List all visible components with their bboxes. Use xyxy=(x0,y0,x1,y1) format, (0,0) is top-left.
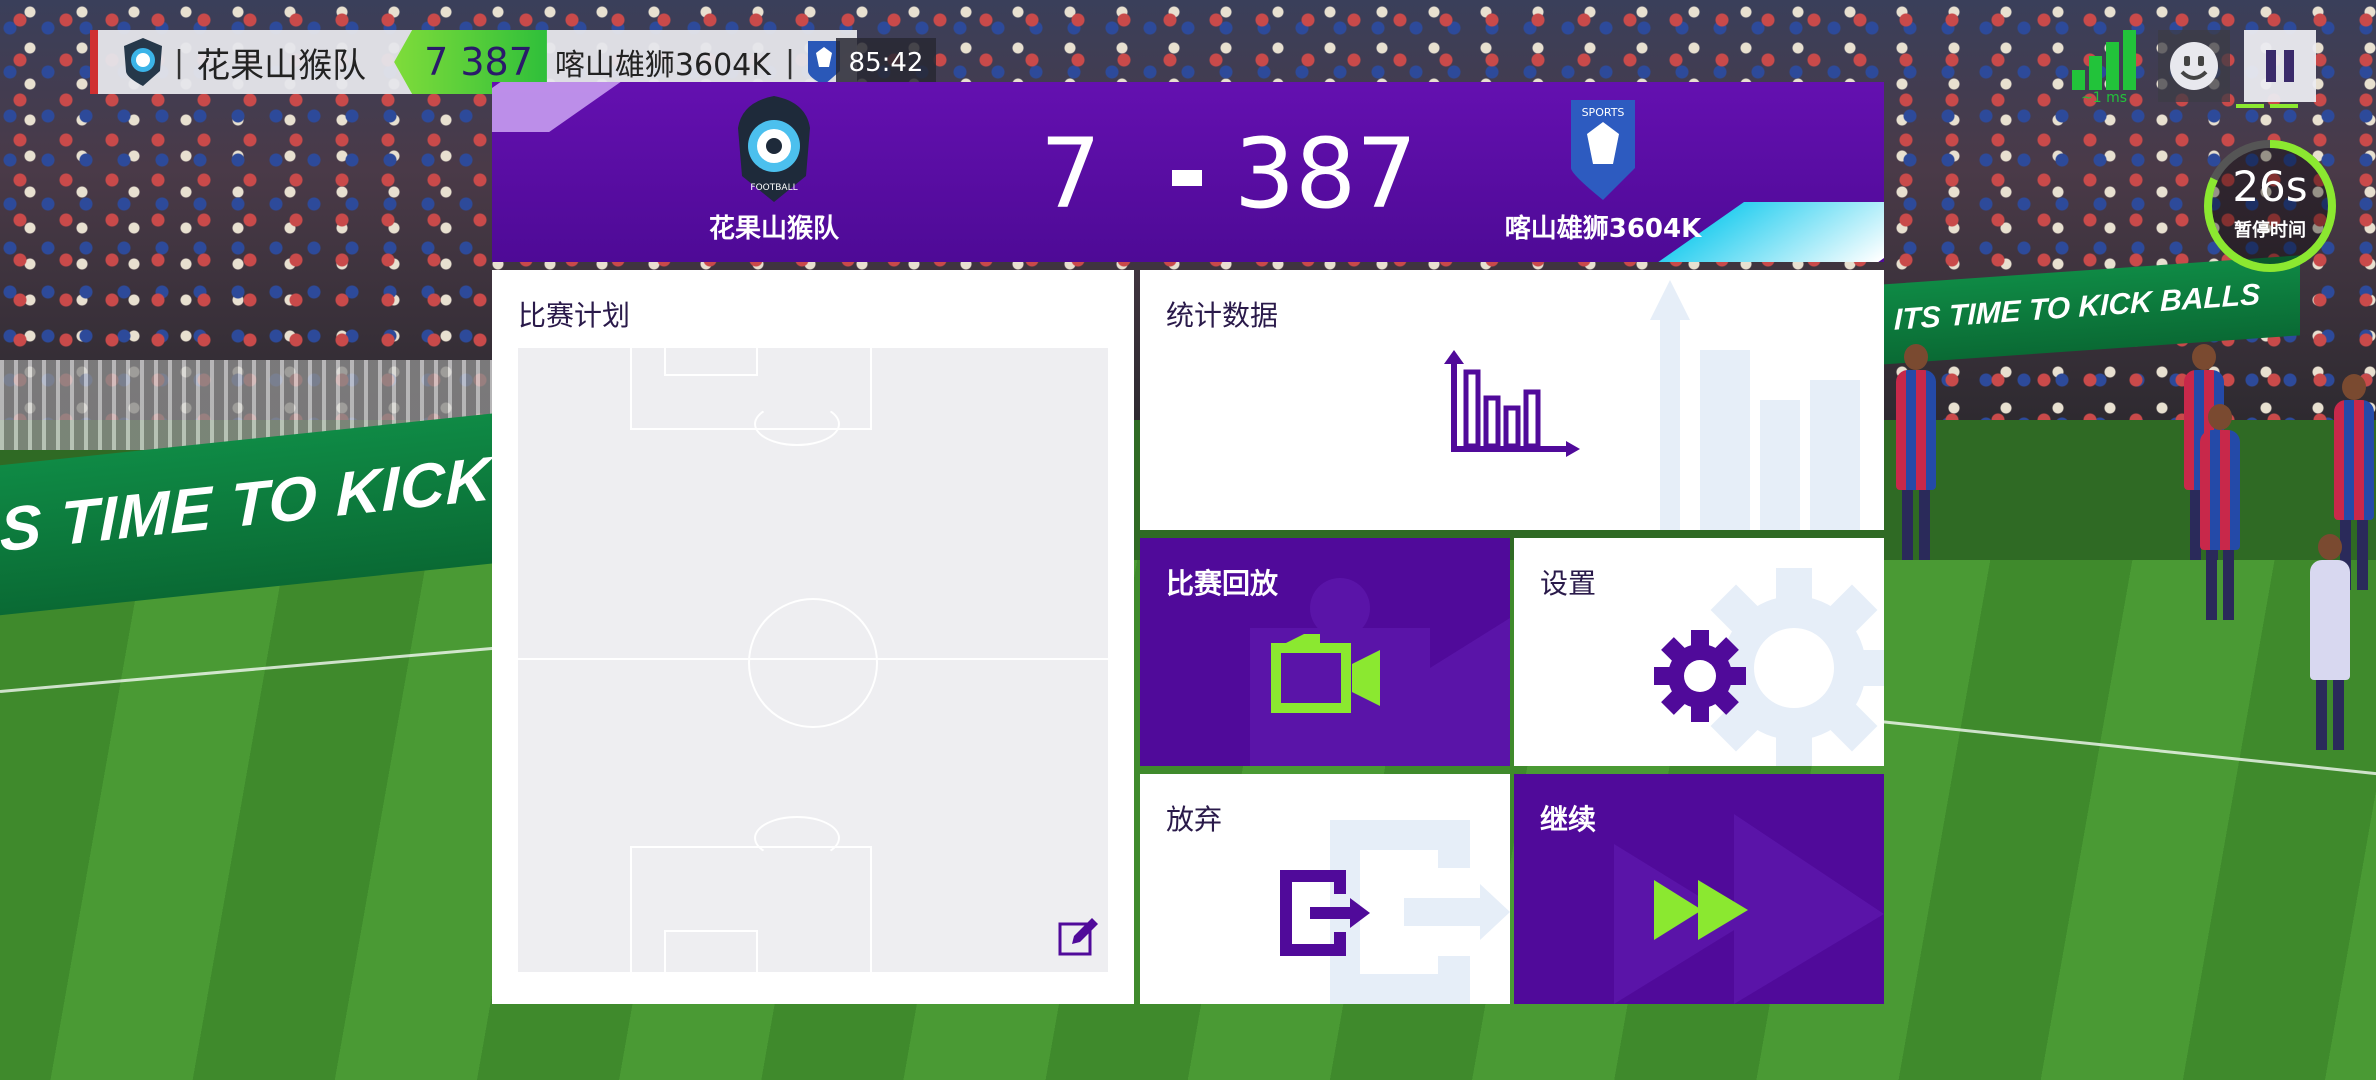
gear-icon xyxy=(1654,630,1746,722)
pitch-line xyxy=(1879,720,2376,776)
separator: | xyxy=(174,44,185,80)
video-camera-icon xyxy=(1271,634,1380,713)
latency-text: ~1 ms xyxy=(2080,90,2128,106)
game-plan-label: 比赛计划 xyxy=(518,299,631,332)
quit-tile[interactable]: 放弃 xyxy=(1140,774,1510,1004)
away-team-name: 喀山雄狮3604K xyxy=(1504,214,1702,244)
stats-watermark xyxy=(1650,280,1860,530)
score-separator xyxy=(1172,170,1202,186)
exit-icon xyxy=(1280,870,1370,956)
away-score: 387 xyxy=(1234,118,1418,230)
center-circle xyxy=(748,598,878,728)
home-team-block: FOOTBALL 花果山猴队 xyxy=(644,94,904,245)
smiley-icon xyxy=(2170,42,2218,90)
home-team-name: 花果山猴队 xyxy=(708,214,839,244)
countdown-seconds: 26s xyxy=(2232,162,2308,211)
quit-label: 放弃 xyxy=(1166,803,1223,836)
away-team-crest-icon: SPORTS xyxy=(1571,100,1635,200)
away-team-block: SPORTS 喀山雄狮3604K xyxy=(1473,94,1733,245)
edit-icon[interactable] xyxy=(1056,916,1100,960)
settings-label: 设置 xyxy=(1540,567,1597,600)
away-team-name: 喀山雄狮3604K xyxy=(554,48,771,83)
penalty-arc xyxy=(754,402,840,446)
player xyxy=(2310,534,2350,750)
goal-box xyxy=(664,930,758,972)
replay-label: 比赛回放 xyxy=(1166,567,1279,600)
goal-box xyxy=(664,348,758,376)
separator: | xyxy=(784,44,796,80)
resume-label: 继续 xyxy=(1540,803,1597,836)
stats-tile[interactable]: 统计数据 xyxy=(1140,270,1884,530)
svg-text:FOOTBALL: FOOTBALL xyxy=(750,183,797,193)
home-score: 7 xyxy=(1040,118,1102,230)
home-team-crest-icon: FOOTBALL xyxy=(738,96,810,202)
formation-field xyxy=(518,348,1108,972)
stats-label: 统计数据 xyxy=(1166,299,1279,332)
network-status: ~1 ms xyxy=(2072,30,2136,106)
player xyxy=(1896,344,1936,560)
countdown-label: 暂停时间 xyxy=(2234,220,2306,241)
fast-forward-icon xyxy=(1654,880,1748,940)
pause-icon xyxy=(2266,50,2294,82)
player xyxy=(2200,404,2240,620)
match-score-header: FOOTBALL 花果山猴队 7 387 SPORTS 喀山雄狮3604K xyxy=(492,82,1884,262)
pause-countdown: 26s 暂停时间 xyxy=(2200,136,2340,276)
svg-text:SPORTS: SPORTS xyxy=(1582,106,1625,119)
match-clock: 85:42 xyxy=(836,38,936,88)
pause-indicator xyxy=(2236,104,2298,108)
emote-button[interactable] xyxy=(2158,30,2230,102)
pause-button[interactable] xyxy=(2244,30,2316,102)
home-crest-icon xyxy=(124,38,162,86)
player xyxy=(2334,374,2374,590)
signal-strength-icon xyxy=(2072,30,2136,90)
game-plan-tile[interactable]: 比赛计划 xyxy=(492,270,1134,1004)
bar-chart-icon xyxy=(1444,350,1580,457)
replay-tile[interactable]: 比赛回放 xyxy=(1140,538,1510,766)
resume-tile[interactable]: 继续 xyxy=(1514,774,1884,1004)
home-team-name: 花果山猴队 xyxy=(196,45,367,86)
pause-menu: FOOTBALL 花果山猴队 7 387 SPORTS 喀山雄狮3604K 比赛… xyxy=(492,82,1884,1004)
settings-tile[interactable]: 设置 xyxy=(1514,538,1884,766)
decor-stripe xyxy=(492,82,635,132)
